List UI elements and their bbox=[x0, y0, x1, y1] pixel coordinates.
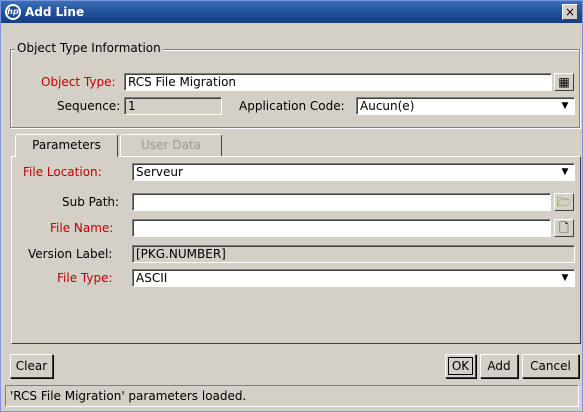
file-type-label: File Type: bbox=[57, 271, 113, 285]
tab-parameters[interactable]: Parameters bbox=[15, 134, 118, 157]
add-line-dialog: hp Add Line × Object Type Information Ob… bbox=[0, 0, 583, 412]
close-button[interactable]: × bbox=[562, 4, 578, 20]
list-icon: ▦ bbox=[558, 75, 570, 89]
sub-path-label: Sub Path: bbox=[62, 195, 120, 209]
sequence-label: Sequence: bbox=[57, 99, 121, 113]
application-code-select[interactable]: Aucun(e) ▼ bbox=[356, 97, 575, 115]
object-type-field[interactable]: RCS File Migration bbox=[124, 73, 552, 91]
file-location-select[interactable]: Serveur ▼ bbox=[132, 163, 575, 181]
chevron-down-icon: ▼ bbox=[561, 101, 569, 111]
status-bar: 'RCS File Migration' parameters loaded. bbox=[5, 385, 579, 407]
version-label-field: [PKG.NUMBER] bbox=[132, 245, 575, 263]
folder-open-icon: 🗁 bbox=[556, 195, 572, 209]
application-code-label: Application Code: bbox=[239, 99, 345, 113]
window-title: Add Line bbox=[25, 5, 85, 19]
chevron-down-icon: ▼ bbox=[561, 273, 569, 283]
hp-logo-icon: hp bbox=[5, 4, 21, 20]
file-icon: 🗋 bbox=[559, 221, 569, 235]
group-legend: Object Type Information bbox=[15, 41, 163, 55]
chevron-down-icon: ▼ bbox=[561, 167, 569, 177]
file-name-field[interactable] bbox=[132, 219, 551, 237]
file-type-select[interactable]: ASCII ▼ bbox=[132, 269, 575, 287]
tab-user-data[interactable]: User Data bbox=[120, 134, 222, 156]
application-code-value: Aucun(e) bbox=[360, 99, 415, 113]
title-bar: hp Add Line × bbox=[1, 1, 582, 23]
sub-path-browse-button[interactable]: 🗁 bbox=[554, 193, 574, 211]
file-name-label: File Name: bbox=[50, 221, 114, 235]
object-type-browse-button[interactable]: ▦ bbox=[554, 73, 574, 91]
file-type-value: ASCII bbox=[136, 271, 168, 285]
sequence-field: 1 bbox=[124, 97, 222, 115]
file-location-label: File Location: bbox=[23, 165, 102, 179]
clear-button[interactable]: Clear bbox=[10, 354, 53, 378]
ok-button[interactable]: OK bbox=[445, 354, 476, 378]
sub-path-field[interactable] bbox=[132, 193, 551, 211]
cancel-button[interactable]: Cancel bbox=[522, 354, 579, 378]
file-location-value: Serveur bbox=[136, 165, 183, 179]
version-label-label: Version Label: bbox=[28, 247, 113, 261]
file-name-browse-button[interactable]: 🗋 bbox=[554, 219, 574, 237]
object-type-label: Object Type: bbox=[41, 75, 116, 89]
add-button[interactable]: Add bbox=[480, 354, 518, 378]
